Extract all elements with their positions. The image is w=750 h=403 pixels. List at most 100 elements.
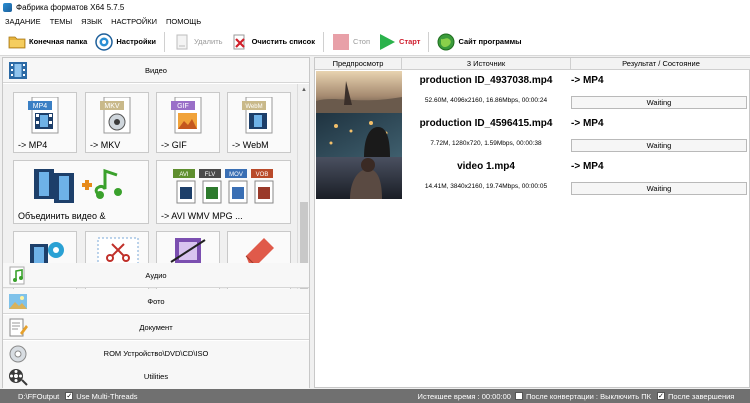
category-rom-device[interactable]: ROM Устройство\DVD\CD\ISO: [3, 341, 309, 366]
tile-to-gif-label: -> GIF: [161, 140, 187, 150]
tile-to-mp4-label: -> MP4: [18, 140, 48, 150]
category-video-label: Видео: [145, 65, 167, 75]
elapsed-time: Истекшее время : 00:00:00: [417, 391, 511, 401]
start-label: Старт: [399, 37, 421, 46]
svg-text:WebM: WebM: [245, 104, 262, 110]
target-format: -> MP4: [571, 75, 604, 86]
column-preview[interactable]: Предпросмотр: [315, 58, 402, 69]
settings-button[interactable]: Настройки: [91, 30, 160, 54]
app-icon: [3, 2, 12, 12]
tile-to-mkv-label: -> MKV: [90, 140, 121, 150]
source-file-meta: 7.72M, 1280x720, 1.59Mbps, 00:00:38: [430, 140, 542, 147]
output-path[interactable]: D:\FFOutput: [18, 392, 59, 401]
film-crop-icon: [170, 238, 206, 264]
after-complete-checkbox[interactable]: ✓: [656, 392, 665, 400]
task-row[interactable]: production ID_4937038.mp4 52.60M, 4096x2…: [403, 71, 750, 113]
clear-list-label: Очистить список: [251, 37, 316, 46]
svg-text:GIF: GIF: [177, 103, 189, 110]
tile-to-avi-wmv-mpg-label: -> AVI WMV MPG ...: [161, 211, 243, 221]
music-note-icon: [8, 266, 28, 285]
tile-to-gif[interactable]: GIF -> GIF: [156, 92, 220, 153]
website-button[interactable]: Сайт программы: [433, 30, 525, 54]
delete-button[interactable]: Удалить: [169, 30, 227, 54]
toolbar-divider: [323, 31, 325, 52]
document-pencil-icon: [8, 318, 28, 337]
menu-themes[interactable]: ТЕМЫ: [50, 17, 72, 26]
stop-button[interactable]: Стоп: [328, 30, 374, 54]
mkv-file-icon: MKV: [100, 97, 131, 134]
target-format: -> MP4: [571, 161, 604, 172]
menu-bar: ЗАДАНИЕ ТЕМЫ ЯЗЫК НАСТРОЙКИ ПОМОЩЬ: [0, 14, 750, 28]
menu-settings[interactable]: НАСТРОЙКИ: [111, 17, 157, 26]
tile-join-video-label: Объединить видео &: [18, 211, 106, 221]
task-status: Waiting: [571, 182, 747, 195]
webm-file-icon: WebM: [242, 97, 273, 134]
clear-list-button[interactable]: Очистить список: [227, 30, 319, 54]
task-row[interactable]: production ID_4596415.mp4 7.72M, 1280x72…: [403, 114, 750, 156]
source-file-name: video 1.mp4: [457, 161, 515, 172]
source-file-meta: 14.41M, 3840x2160, 19.74Mbps, 00:00:05: [424, 183, 548, 190]
video-preview-thumbnails: [316, 71, 402, 199]
film-icon: [8, 61, 28, 80]
stop-icon: [332, 33, 350, 51]
column-source[interactable]: 3 Источник: [402, 58, 571, 69]
preview-image: [316, 71, 402, 199]
clear-list-icon: [231, 33, 249, 51]
stop-label: Стоп: [353, 37, 371, 46]
category-utilities[interactable]: Utilities: [3, 364, 309, 389]
start-button[interactable]: Старт: [374, 30, 424, 54]
column-result-status[interactable]: Результат / Состояние: [571, 58, 750, 69]
conversion-panel: Видео MP4 -> MP4 MKV -> MKV GIF -> GIF W…: [2, 57, 310, 389]
category-document[interactable]: Документ: [3, 315, 309, 340]
category-photo[interactable]: Фото: [3, 289, 309, 314]
title-bar: Фабрика форматов X64 5.7.5: [0, 0, 750, 14]
multithread-checkbox[interactable]: ✓: [65, 392, 74, 400]
tile-to-mp4[interactable]: MP4 -> MP4: [13, 92, 77, 153]
category-rom-device-label: ROM Устройство\DVD\CD\ISO: [103, 348, 209, 358]
tile-to-avi-wmv-mpg[interactable]: AVI FLV MOV VOB -> AVI WMV MPG ...: [156, 160, 291, 224]
film-reel-icon: [8, 367, 28, 386]
gif-file-icon: GIF: [171, 97, 202, 134]
output-folder-label: Конечная папка: [29, 37, 88, 46]
menu-task[interactable]: ЗАДАНИЕ: [5, 17, 41, 26]
globe-icon: [437, 33, 455, 51]
task-list-header: Предпросмотр 3 Источник Результат / Сост…: [315, 58, 750, 70]
tile-to-mkv[interactable]: MKV -> MKV: [85, 92, 149, 153]
category-video[interactable]: Видео: [3, 58, 309, 83]
category-utilities-label: Utilities: [143, 372, 169, 381]
status-bar: D:\FFOutput ✓ Use Multi-Threads Истекшее…: [0, 389, 750, 403]
source-file-name: production ID_4596415.mp4: [419, 118, 553, 129]
scroll-up-icon[interactable]: ▲: [300, 86, 308, 94]
tile-to-webm-label: -> WebM: [232, 140, 269, 150]
task-row[interactable]: video 1.mp4 14.41M, 3840x2160, 19.74Mbps…: [403, 157, 750, 199]
menu-help[interactable]: ПОМОЩЬ: [166, 17, 201, 26]
settings-label: Настройки: [116, 37, 156, 46]
source-file-name: production ID_4937038.mp4: [419, 75, 553, 86]
multithread-label: Use Multi-Threads: [76, 391, 138, 401]
svg-text:VOB: VOB: [256, 172, 269, 178]
after-convert-label: После конвертации : Выключить ПК: [525, 391, 651, 401]
target-format: -> MP4: [571, 118, 604, 129]
website-label: Сайт программы: [458, 37, 522, 46]
svg-text:AVI: AVI: [179, 172, 189, 178]
category-document-label: Документ: [139, 322, 173, 332]
folder-icon: [8, 33, 26, 51]
tile-to-webm[interactable]: WebM -> WebM: [227, 92, 291, 153]
tile-join-video[interactable]: Объединить видео &: [13, 160, 149, 224]
play-icon: [378, 33, 396, 51]
toolbar-divider: [163, 31, 165, 52]
join-video-icon: [34, 168, 122, 203]
menu-language[interactable]: ЯЗЫК: [81, 17, 102, 26]
scissors-icon: [97, 237, 139, 265]
toolbar-divider: [428, 31, 430, 52]
after-convert-checkbox[interactable]: [514, 392, 523, 400]
delete-label: Удалить: [193, 37, 223, 46]
output-folder-button[interactable]: Конечная папка: [4, 30, 91, 54]
disc-icon: [8, 344, 28, 363]
after-complete-label: После завершения: [667, 391, 735, 401]
category-audio-label: Аудио: [145, 270, 167, 280]
svg-text:MKV: MKV: [104, 103, 120, 110]
category-photo-label: Фото: [147, 296, 165, 306]
category-audio[interactable]: Аудио: [3, 263, 309, 288]
svg-text:MP4: MP4: [33, 103, 48, 110]
